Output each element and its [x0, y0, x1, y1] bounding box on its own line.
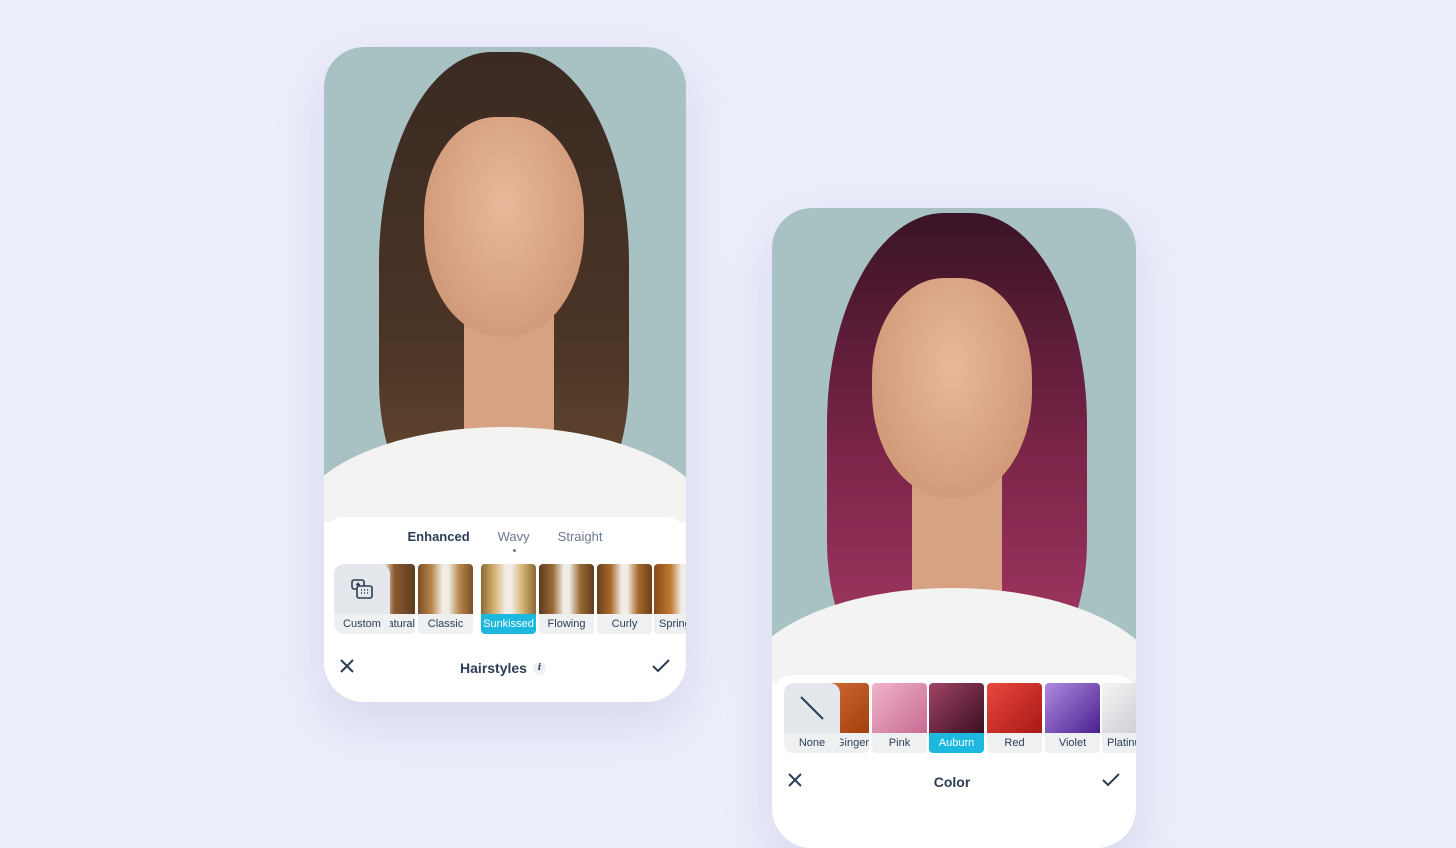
custom-style-icon — [334, 564, 390, 614]
portrait-photo-brown-hair — [324, 47, 686, 522]
color-label: Auburn — [929, 733, 984, 753]
tab-straight[interactable]: Straight — [558, 529, 603, 544]
tab-enhanced[interactable]: Enhanced — [408, 529, 470, 544]
style-classic[interactable]: Classic — [418, 564, 473, 634]
color-panel: None Ginger Pink Auburn Red Violet Plati… — [772, 675, 1136, 848]
close-icon[interactable] — [340, 658, 354, 678]
color-none-button[interactable]: None — [784, 683, 840, 753]
check-icon[interactable] — [1102, 772, 1120, 792]
style-label: Sunkissed — [481, 614, 536, 634]
hairstyles-toolbar: Hairstyles i — [324, 653, 686, 683]
portrait-photo-auburn-hair — [772, 208, 1136, 683]
color-phone: None Ginger Pink Auburn Red Violet Plati… — [772, 208, 1136, 848]
close-icon[interactable] — [788, 772, 802, 792]
color-pink[interactable]: Pink — [872, 683, 927, 753]
color-label: Pink — [888, 737, 911, 749]
info-icon[interactable]: i — [532, 661, 546, 675]
style-label: Classic — [427, 618, 464, 630]
color-auburn[interactable]: Auburn — [929, 683, 984, 753]
style-label: Curly — [611, 618, 638, 630]
color-toolbar: Color — [772, 767, 1136, 797]
style-flowing[interactable]: Flowing — [539, 564, 594, 634]
style-label: Spring — [659, 618, 686, 630]
style-sunkissed[interactable]: Sunkissed — [481, 564, 536, 634]
none-slash-icon — [784, 683, 840, 733]
new-dot — [512, 549, 516, 552]
color-strip[interactable]: None Ginger Pink Auburn Red Violet Plati… — [772, 683, 1136, 753]
style-spring[interactable]: Spring — [654, 564, 686, 634]
custom-style-button[interactable]: Custom — [334, 564, 390, 634]
hairstyles-title: Hairstyles i — [460, 660, 546, 676]
color-violet[interactable]: Violet — [1045, 683, 1100, 753]
title-text: Hairstyles — [460, 660, 527, 676]
style-label: Flowing — [547, 618, 586, 630]
hairstyle-strip[interactable]: Custom Natural Classic Sunkissed Flowing… — [324, 564, 686, 634]
custom-label: Custom — [334, 614, 390, 634]
hairstyles-panel: Enhanced Wavy Straight Custom Natural Cl… — [324, 517, 686, 702]
color-platinum[interactable]: Platinum — [1102, 683, 1136, 753]
color-red[interactable]: Red — [987, 683, 1042, 753]
color-label: Platinum — [1107, 737, 1136, 749]
style-tabs: Enhanced Wavy Straight — [324, 529, 686, 552]
color-label: Violet — [1058, 737, 1087, 749]
check-icon[interactable] — [652, 658, 670, 678]
style-curly[interactable]: Curly — [597, 564, 652, 634]
hairstyles-phone: Enhanced Wavy Straight Custom Natural Cl… — [324, 47, 686, 702]
none-label: None — [784, 733, 840, 753]
color-label: Red — [1004, 737, 1025, 749]
tab-label: Wavy — [497, 529, 530, 544]
tab-wavy[interactable]: Wavy — [497, 529, 530, 552]
color-title: Color — [933, 774, 971, 790]
